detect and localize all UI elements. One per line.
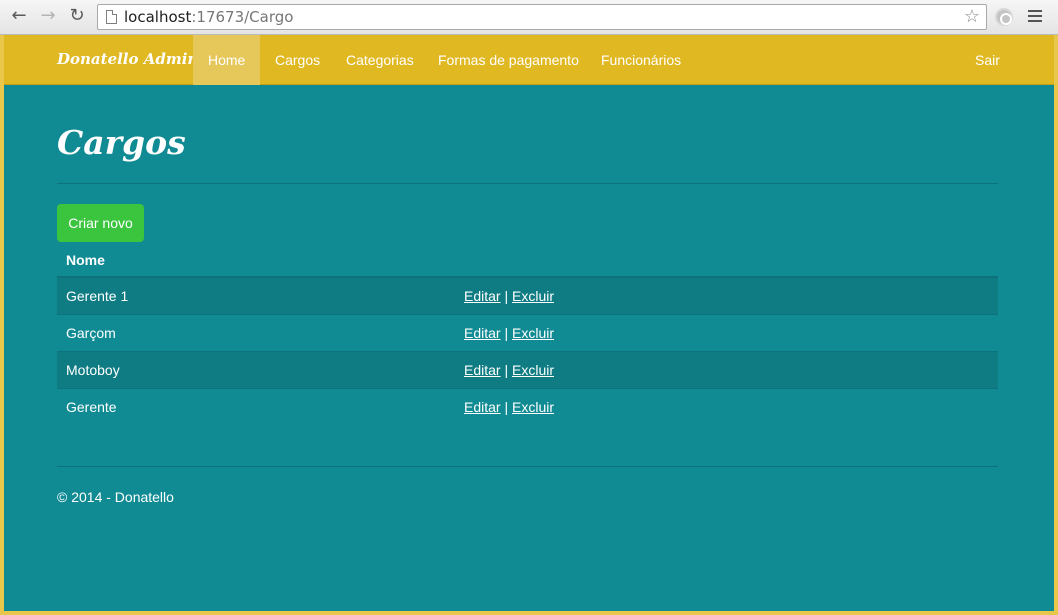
table-row: Garçom Editar | Excluir xyxy=(57,315,998,352)
delete-link[interactable]: Excluir xyxy=(512,288,554,304)
url-text[interactable]: localhost:17673/Cargo xyxy=(124,8,293,26)
nav-item-home[interactable]: Home xyxy=(193,35,261,85)
cargo-name: Motoboy xyxy=(66,362,120,378)
cargo-name: Gerente xyxy=(66,399,117,415)
table-row: Gerente 1 Editar | Excluir xyxy=(57,278,998,315)
cargo-name: Gerente 1 xyxy=(66,288,129,304)
nav-item-categorias[interactable]: Categorias xyxy=(346,35,414,85)
title-divider xyxy=(57,183,998,184)
delete-link[interactable]: Excluir xyxy=(512,362,554,378)
brand-logo[interactable]: Donatello Admin xyxy=(57,50,198,68)
top-navbar: Donatello Admin Home Cargos Categorias F… xyxy=(4,35,1054,85)
page-viewport: Donatello Admin Home Cargos Categorias F… xyxy=(4,35,1054,611)
logout-link[interactable]: Sair xyxy=(975,35,1000,85)
cargo-name: Garçom xyxy=(66,325,116,341)
reload-icon[interactable]: ↻ xyxy=(66,5,88,27)
url-host: localhost xyxy=(124,8,192,26)
page-icon xyxy=(106,10,117,24)
extension-icon[interactable] xyxy=(995,8,1013,26)
nav-item-formas-de-pagamento[interactable]: Formas de pagamento xyxy=(438,35,579,85)
edit-link[interactable]: Editar xyxy=(464,325,501,341)
hamburger-menu-icon[interactable] xyxy=(1028,10,1042,22)
forward-arrow-icon[interactable]: → xyxy=(37,5,59,27)
edit-link[interactable]: Editar xyxy=(464,362,501,378)
footer-divider xyxy=(57,466,998,467)
address-bar[interactable]: localhost:17673/Cargo ☆ xyxy=(97,4,987,30)
column-header-nome: Nome xyxy=(57,242,998,278)
cargos-table: Nome Gerente 1 Editar | Excluir Garçom E… xyxy=(57,242,998,426)
table-row: Gerente Editar | Excluir xyxy=(57,389,998,426)
back-arrow-icon[interactable]: ← xyxy=(8,5,30,27)
edit-link[interactable]: Editar xyxy=(464,399,501,415)
page-title: Cargos xyxy=(57,123,186,162)
row-actions: Editar | Excluir xyxy=(464,389,554,426)
url-path: :17673/Cargo xyxy=(191,8,294,26)
table-row: Motoboy Editar | Excluir xyxy=(57,352,998,389)
star-icon[interactable]: ☆ xyxy=(964,6,980,28)
browser-toolbar: ← → ↻ localhost:17673/Cargo ☆ xyxy=(0,0,1058,35)
row-actions: Editar | Excluir xyxy=(464,352,554,389)
footer-copyright: © 2014 - Donatello xyxy=(57,489,174,505)
action-separator: | xyxy=(504,325,509,341)
delete-link[interactable]: Excluir xyxy=(512,325,554,341)
action-separator: | xyxy=(504,399,509,415)
action-separator: | xyxy=(504,362,509,378)
edit-link[interactable]: Editar xyxy=(464,288,501,304)
action-separator: | xyxy=(504,288,509,304)
nav-item-funcionarios[interactable]: Funcionários xyxy=(601,35,681,85)
row-actions: Editar | Excluir xyxy=(464,315,554,352)
row-actions: Editar | Excluir xyxy=(464,278,554,315)
nav-item-cargos[interactable]: Cargos xyxy=(275,35,320,85)
create-new-button[interactable]: Criar novo xyxy=(57,204,144,242)
delete-link[interactable]: Excluir xyxy=(512,399,554,415)
